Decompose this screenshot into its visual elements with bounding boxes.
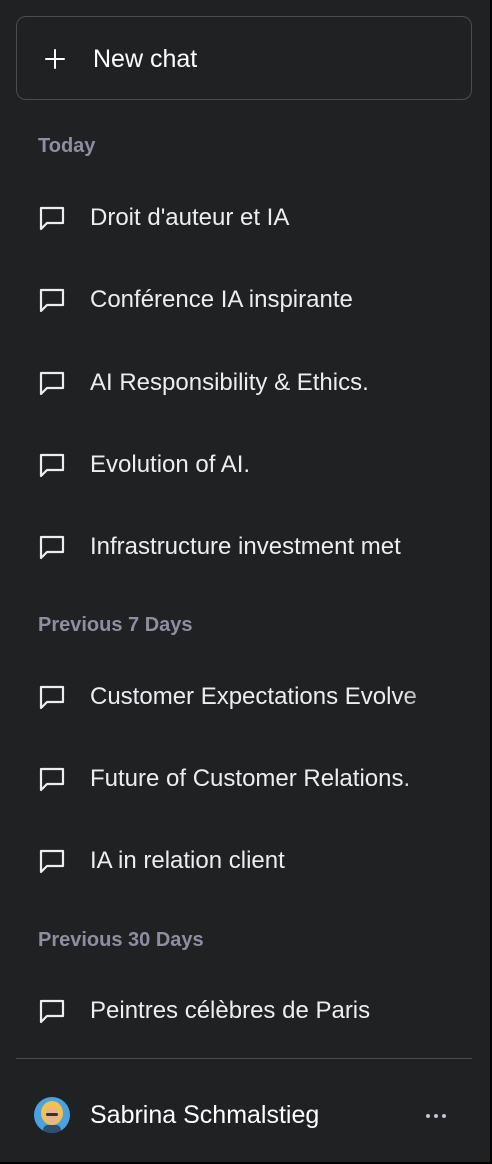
section-title-previous-30-days: Previous 30 Days <box>38 929 204 951</box>
chat-item[interactable]: Peintres célèbres de Paris <box>16 975 472 1047</box>
plus-icon <box>45 49 65 69</box>
chat-item[interactable]: AI Responsibility & Ethics. <box>16 347 472 419</box>
new-chat-button[interactable]: New chat <box>16 16 472 100</box>
user-avatar <box>34 1097 70 1133</box>
chat-bubble-icon <box>39 767 65 792</box>
chat-bubble-icon <box>39 535 65 560</box>
chat-bubble-icon <box>39 288 65 313</box>
footer-divider <box>16 1058 472 1059</box>
chat-item-title: Future of Customer Relations. <box>90 765 411 792</box>
chat-bubble-icon <box>39 371 65 396</box>
chat-item[interactable]: Droit d'auteur et IA <box>16 182 472 254</box>
chat-item-title: Conférence IA inspirante <box>90 286 353 313</box>
chat-item-title: Droit d'auteur et IA <box>90 204 290 231</box>
chat-history-sidebar: New chat Today Droit d'auteur et IA Conf… <box>0 0 492 1164</box>
chat-item[interactable]: Infrastructure investment met <box>16 511 472 583</box>
chat-bubble-icon <box>39 999 65 1024</box>
new-chat-label: New chat <box>93 45 198 73</box>
chat-item-title: Evolution of AI. <box>90 451 251 478</box>
chat-item[interactable]: Evolution of AI. <box>16 429 472 501</box>
chat-item[interactable]: Customer Expectations Evolve <box>16 661 472 733</box>
chat-item[interactable]: Future of Customer Relations. <box>16 743 472 815</box>
user-account-button[interactable]: Sabrina Schmalstieg <box>16 1080 472 1150</box>
chat-item-title: Customer Expectations Evolve <box>90 683 417 710</box>
chat-bubble-icon <box>39 453 65 478</box>
chat-item-title: Infrastructure investment met <box>90 533 401 560</box>
section-title-previous-7-days: Previous 7 Days <box>38 614 193 636</box>
section-title-today: Today <box>38 135 96 157</box>
chat-item-title: IA in relation client <box>90 847 285 874</box>
chat-item-title: Peintres célèbres de Paris <box>90 997 371 1024</box>
chat-bubble-icon <box>39 206 65 231</box>
more-horizontal-icon[interactable] <box>418 1098 454 1134</box>
chat-bubble-icon <box>39 685 65 710</box>
user-name: Sabrina Schmalstieg <box>90 1101 320 1129</box>
chat-item[interactable]: IA in relation client <box>16 825 472 897</box>
chat-item[interactable]: Conférence IA inspirante <box>16 264 472 336</box>
chat-bubble-icon <box>39 849 65 874</box>
chat-item-title: AI Responsibility & Ethics. <box>90 369 369 396</box>
